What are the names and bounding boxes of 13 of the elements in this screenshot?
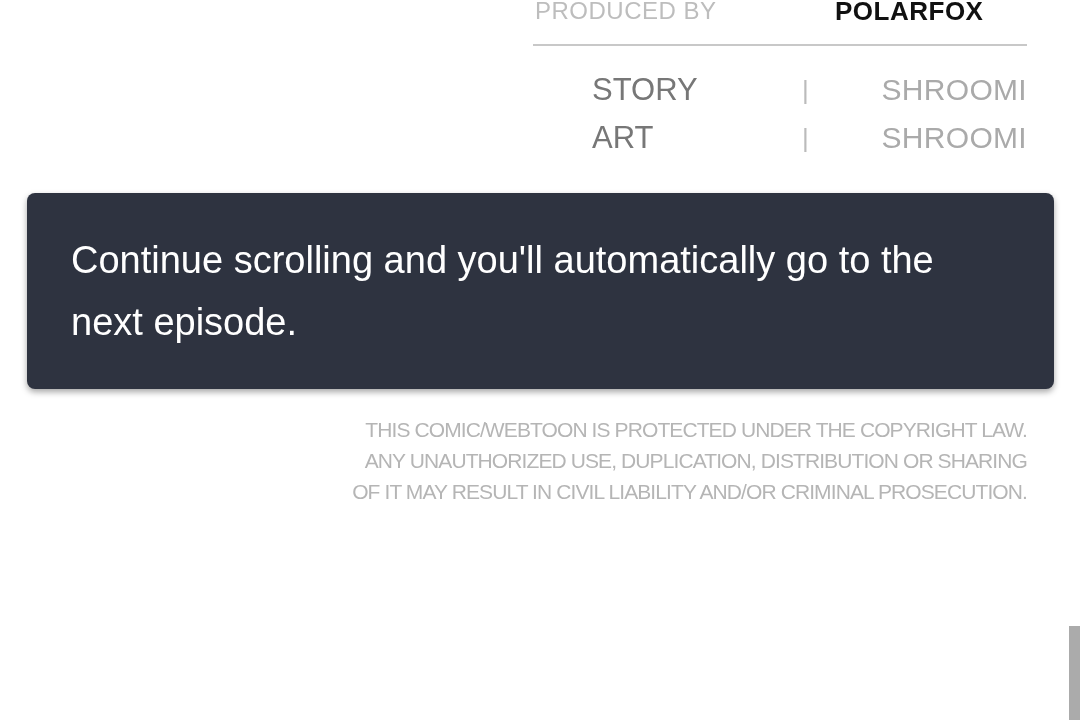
credit-role: STORY: [592, 72, 699, 108]
credit-name: SHROOMI: [881, 121, 1027, 155]
credit-role: ART: [592, 120, 655, 156]
toast-message: Continue scrolling and you'll automatically go to the next episode.: [27, 193, 1054, 389]
produced-by-label: PRODUCED BY: [535, 0, 718, 22]
credit-name: SHROOMI: [881, 73, 1027, 107]
copyright-line: OF IT MAY RESULT IN CIVIL LIABILITY AND/OR CRIMINAL PROSECUTION.: [352, 479, 1027, 505]
scrollbar-thumb[interactable]: [1069, 626, 1080, 720]
copyright-line: ANY UNAUTHORIZED USE, DUPLICATION, DISTRIBUTION OR SHARING: [364, 448, 1027, 474]
copyright-line: THIS COMIC/WEBTOON IS PROTECTED UNDER THE COPYRIGHT LAW.: [365, 417, 1027, 443]
separator: |: [802, 74, 810, 106]
producer-logo: POLARFOX: [835, 0, 984, 22]
separator: |: [802, 122, 810, 154]
